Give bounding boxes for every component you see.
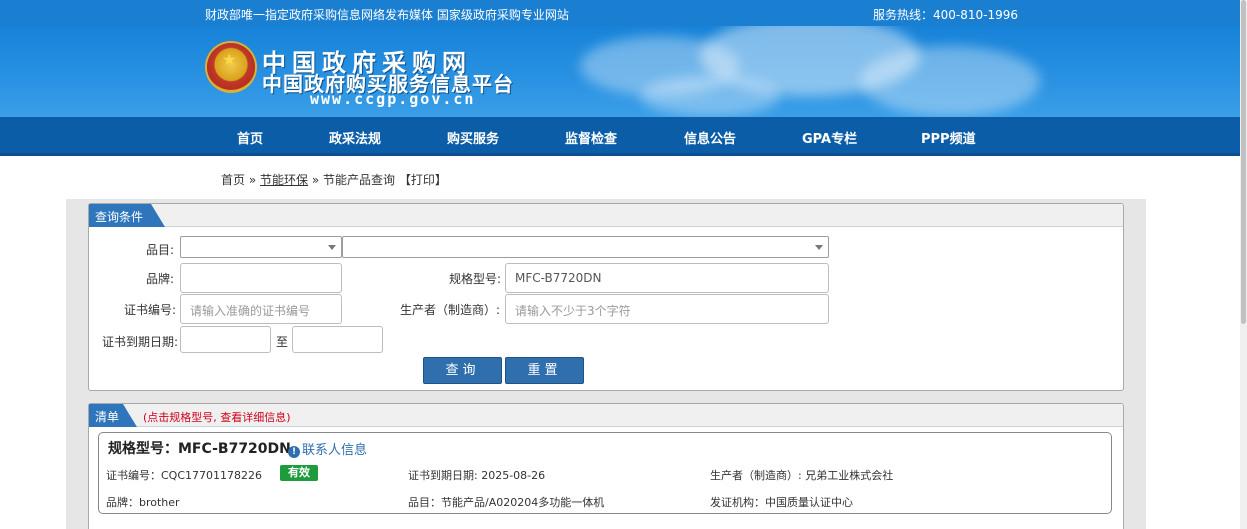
expire-date-from[interactable] — [180, 326, 271, 353]
search-button[interactable]: 查询 — [423, 357, 502, 384]
list-panel-header: 清单 (点击规格型号, 查看详细信息) — [89, 404, 1123, 427]
result-model-title[interactable]: 规格型号：MFC-B7720DN — [108, 438, 291, 458]
site-url: www.ccgp.gov.cn — [310, 90, 476, 108]
cert-number-label: 证书编号: — [124, 303, 177, 317]
manufacturer-label: 生产者（制造商）: — [400, 303, 501, 317]
breadcrumb-home[interactable]: 首页 — [221, 173, 245, 187]
expire-date-to[interactable] — [292, 326, 383, 353]
subcategory-select[interactable] — [342, 236, 829, 258]
main-nav: 首页 政采法规 购买服务 监督检查 信息公告 GPA专栏 PPP频道 — [0, 117, 1240, 156]
result-expire-date: 证书到期日期: 2025-08-26 — [408, 469, 546, 482]
breadcrumb-separator: » — [245, 173, 260, 187]
nav-item-purchase-services[interactable]: 购买服务 — [447, 128, 499, 147]
service-hotline: 服务热线：400-810-1996 — [873, 8, 1019, 22]
result-card: 规格型号：MFC-B7720DN ! 联系人信息 证书编号：CQC17701178… — [98, 432, 1112, 514]
breadcrumb-current: 节能产品查询 — [323, 173, 396, 187]
banner-cloud — [860, 46, 1040, 116]
category-select[interactable] — [180, 236, 342, 258]
site-slogan: 财政部唯一指定政府采购信息网络发布媒体 国家级政府采购专业网站 — [205, 8, 569, 22]
expire-date-label: 证书到期日期: — [102, 335, 179, 349]
nav-item-announcements[interactable]: 信息公告 — [684, 128, 736, 147]
print-link[interactable]: 【打印】 — [399, 173, 447, 187]
brand-input[interactable] — [180, 263, 342, 293]
star-icon: ★ — [222, 50, 237, 69]
breadcrumb-energy-saving[interactable]: 节能环保 — [260, 173, 308, 187]
result-category: 品目：节能产品/A020204多功能一体机 — [408, 496, 605, 509]
banner-cloud — [640, 76, 780, 116]
status-badge: 有效 — [280, 465, 318, 481]
page: 财政部唯一指定政府采购信息网络发布媒体 国家级政府采购专业网站 服务热线：400… — [0, 0, 1247, 529]
nav-item-supervision[interactable]: 监督检查 — [565, 128, 617, 147]
cert-number-input[interactable]: 请输入准确的证书编号 — [180, 294, 342, 324]
scrollbar-thumb[interactable] — [1241, 0, 1246, 324]
contact-info-label: 联系人信息 — [302, 443, 368, 458]
result-issuer: 发证机构：中国质量认证中心 — [710, 496, 853, 509]
category-label: 品目: — [146, 243, 175, 257]
list-hint: (点击规格型号, 查看详细信息) — [143, 411, 291, 424]
national-emblem-logo: ★ — [207, 43, 255, 91]
list-panel-tab: 清单 — [89, 404, 138, 427]
contact-info-link[interactable]: ! 联系人信息 — [288, 439, 367, 458]
breadcrumb: 首页 » 节能环保 » 节能产品查询 【打印】 — [221, 171, 447, 188]
nav-item-gpa[interactable]: GPA专栏 — [802, 128, 857, 147]
query-panel-header: 查询条件 — [89, 204, 1123, 227]
reset-button[interactable]: 重置 — [505, 357, 584, 384]
result-cert-number: 证书编号：CQC17701178226 — [106, 469, 263, 482]
brand-label: 品牌: — [146, 272, 175, 286]
manufacturer-input[interactable]: 请输入不少于3个字符 — [505, 294, 829, 324]
nav-item-regulations[interactable]: 政采法规 — [329, 128, 381, 147]
date-range-to-label: 至 — [276, 335, 289, 349]
nav-item-home[interactable]: 首页 — [237, 128, 263, 147]
site-banner: ★ 中国政府采购网 中国政府购买服务信息平台 www.ccgp.gov.cn — [0, 26, 1240, 117]
info-icon: ! — [288, 446, 300, 458]
result-manufacturer: 生产者（制造商）: 兄弟工业株式会社 — [710, 469, 894, 482]
breadcrumb-separator: » — [308, 173, 323, 187]
top-bar: 财政部唯一指定政府采购信息网络发布媒体 国家级政府采购专业网站 服务热线：400… — [0, 0, 1240, 26]
nav-item-ppp[interactable]: PPP频道 — [921, 128, 976, 147]
model-label: 规格型号: — [449, 272, 502, 286]
query-panel-tab: 查询条件 — [89, 204, 166, 227]
chevron-down-icon — [815, 245, 823, 250]
model-input[interactable]: MFC-B7720DN — [505, 263, 829, 293]
result-brand: 品牌：brother — [106, 496, 180, 509]
chevron-down-icon — [328, 245, 336, 250]
